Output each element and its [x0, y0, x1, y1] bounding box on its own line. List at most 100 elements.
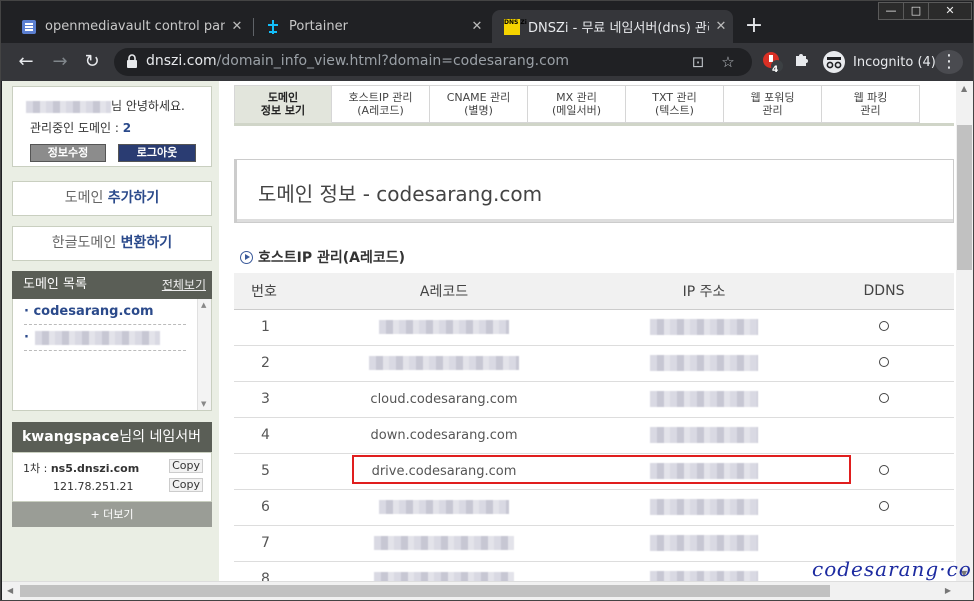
more-button[interactable]: + 더보기 [12, 502, 212, 527]
col-number: 번호 [234, 273, 294, 310]
domain-item[interactable]: · [24, 325, 186, 351]
row-ip-redacted [594, 381, 814, 418]
browser-window: openmediavault control panel - I ✕ Porta… [0, 0, 974, 601]
tab-web-forwarding[interactable]: 웹 포워딩 관리 [724, 85, 822, 123]
table-row: 2 [234, 345, 954, 382]
row-number: 6 [234, 489, 294, 526]
reload-icon[interactable]: ↻ [79, 50, 105, 74]
user-box: 님 안녕하세요. 관리중인 도메인 : 2 정보수정 로그아웃 [12, 86, 212, 167]
row-number: 2 [234, 345, 294, 382]
convert-domain-button[interactable]: 한글도메인 변환하기 [12, 226, 212, 261]
row-ip-redacted [594, 345, 814, 382]
menu-underline [234, 123, 954, 126]
view-all-link[interactable]: 전체보기 [162, 271, 206, 299]
new-tab-button[interactable]: + [741, 13, 767, 39]
tab-dnszi[interactable]: DNS Zi DNSZi - 무료 네임서버(dns) 관리 ✕ [492, 10, 733, 43]
menu-icon[interactable]: ⋮ [935, 50, 963, 74]
close-icon[interactable]: ✕ [225, 19, 249, 34]
extension-badge: 4 [772, 65, 779, 75]
copy-button[interactable]: Copy [169, 459, 203, 473]
copy-button[interactable]: Copy [169, 478, 203, 492]
domain-list-scrollbar[interactable]: ▲ ▼ [197, 299, 211, 410]
row-ddns [814, 417, 954, 454]
edit-info-button[interactable]: 정보수정 [30, 144, 106, 162]
ddns-circle-icon [879, 500, 889, 511]
table-row: 6 [234, 489, 954, 526]
managed-domains: 관리중인 도메인 : 2 [30, 121, 132, 135]
row-record-redacted [294, 345, 594, 382]
openmediavault-icon [21, 19, 37, 35]
page-vertical-scrollbar[interactable]: ▲ ▼ [956, 81, 973, 581]
close-icon[interactable]: ✕ [709, 19, 733, 34]
ddns-circle-icon [879, 392, 889, 403]
tab-title: openmediavault control panel - I [45, 19, 225, 34]
extensions-puzzle-icon[interactable] [789, 50, 815, 74]
url-text: dnszi.com/domain_info_view.html?domain=c… [146, 53, 570, 69]
row-ip-redacted [594, 417, 814, 454]
back-icon[interactable]: ← [13, 50, 39, 74]
sidebar: 님 안녕하세요. 관리중인 도메인 : 2 정보수정 로그아웃 도메인 추가하기… [2, 81, 219, 581]
row-record-redacted [294, 525, 594, 562]
page-title: 도메인 정보 - codesarang.com [258, 182, 543, 206]
maximize-button[interactable]: □ [903, 2, 929, 20]
tab-domain-info[interactable]: 도메인 정보 보기 [234, 85, 332, 123]
table-row: 7 [234, 525, 954, 562]
table-row: 3 cloud.codesarang.com [234, 381, 954, 418]
row-record-redacted [294, 489, 594, 526]
tab-cname[interactable]: CNAME 관리 (별명) [430, 85, 528, 123]
row-number: 4 [234, 417, 294, 454]
page-horizontal-scrollbar[interactable]: ◀ ▶ [2, 581, 973, 600]
watermark: codesarang·com [812, 557, 974, 581]
incognito-label: Incognito (4) [853, 54, 936, 70]
col-ip: IP 주소 [594, 273, 814, 310]
row-ip-redacted [594, 525, 814, 562]
greeting: 님 안녕하세요. [26, 97, 185, 114]
address-bar[interactable]: dnszi.com/domain_info_view.html?domain=c… [114, 48, 752, 76]
translate-icon[interactable]: ⊡ [688, 52, 708, 72]
tab-openmediavault[interactable]: openmediavault control panel - I ✕ [9, 10, 249, 43]
tab-title: DNSZi - 무료 네임서버(dns) 관리 [528, 21, 709, 36]
ns-ip: 121.78.251.21 [53, 480, 134, 493]
logout-button[interactable]: 로그아웃 [118, 144, 196, 162]
row-ip-redacted [594, 489, 814, 526]
row-number: 3 [234, 381, 294, 418]
a-record-table: 번호 A레코드 IP 주소 DDNS 1 2 3 cloud.codesarang.c… [234, 273, 954, 581]
main-content: 도메인 정보 보기 호스트IP 관리 (A레코드) CNAME 관리 (별명) MX … [219, 81, 956, 581]
table-row: 1 [234, 309, 954, 346]
browser-toolbar: ← → ↻ dnszi.com/domain_info_view.html?do… [1, 43, 973, 81]
add-domain-button[interactable]: 도메인 추가하기 [12, 181, 212, 216]
menu-tabs: 도메인 정보 보기 호스트IP 관리 (A레코드) CNAME 관리 (별명) MX … [234, 85, 954, 125]
minimize-button[interactable]: — [878, 2, 904, 20]
username-redacted [26, 100, 111, 113]
row-record: down.codesarang.com [294, 417, 594, 454]
tab-portainer[interactable]: Portainer ✕ [253, 10, 489, 43]
nameserver-header: kwangspace님의 네임서버 [12, 422, 212, 452]
ddns-circle-icon [879, 464, 889, 475]
extension-icon[interactable]: 4 [759, 50, 785, 75]
domain-item[interactable]: · codesarang.com [24, 299, 186, 325]
tab-a-record[interactable]: 호스트IP 관리 (A레코드) [332, 85, 430, 123]
forward-icon[interactable]: → [47, 50, 73, 74]
row-record-redacted [294, 561, 594, 581]
scroll-thumb[interactable] [20, 585, 830, 597]
close-icon[interactable]: ✕ [465, 19, 489, 34]
row-number: 5 [234, 453, 294, 490]
portainer-icon [265, 19, 281, 35]
star-icon[interactable]: ☆ [718, 52, 738, 72]
row-ddns [814, 381, 954, 418]
ns-primary: 1차 : ns5.dnszi.com [23, 462, 140, 475]
page-title-box: 도메인 정보 - codesarang.com [234, 159, 954, 223]
section-title: 호스트IP 관리(A레코드) [240, 247, 405, 267]
row-ip-redacted [594, 309, 814, 346]
row-ddns [814, 525, 954, 562]
tab-web-parking[interactable]: 웹 파킹 관리 [822, 85, 920, 123]
row-ip-redacted [594, 561, 814, 581]
nameserver-box: 1차 : ns5.dnszi.com Copy 121.78.251.21 Co… [12, 452, 212, 502]
close-window-button[interactable]: ✕ [928, 2, 972, 20]
tab-mx[interactable]: MX 관리 (메일서버) [528, 85, 626, 123]
row-record-redacted [294, 309, 594, 346]
tab-txt[interactable]: TXT 관리 (텍스트) [626, 85, 724, 123]
scroll-thumb[interactable] [957, 125, 972, 270]
incognito-indicator[interactable]: Incognito (4) [819, 48, 936, 76]
arrow-circle-icon [240, 250, 253, 264]
